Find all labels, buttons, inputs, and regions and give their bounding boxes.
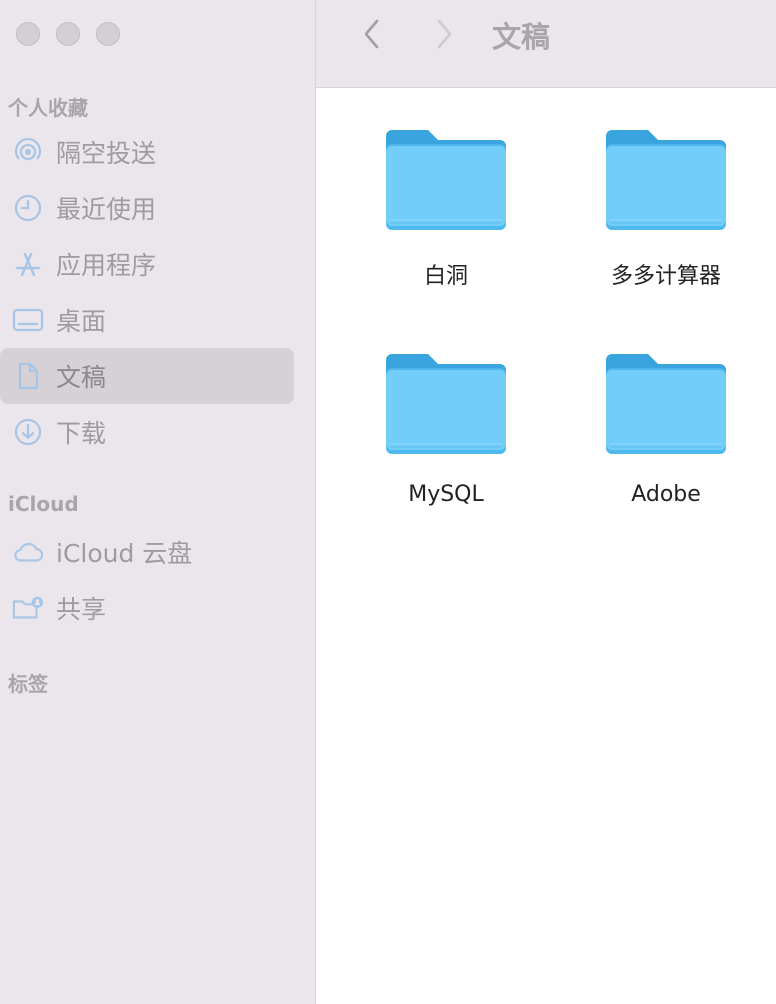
sidebar-item-documents[interactable]: 文稿 bbox=[0, 348, 294, 404]
sidebar-item-applications[interactable]: 应用程序 bbox=[0, 236, 294, 292]
sidebar-item-label: 隔空投送 bbox=[56, 139, 157, 168]
section-title-icloud: iCloud bbox=[8, 492, 79, 516]
shared-folder-icon bbox=[12, 592, 44, 624]
cloud-icon bbox=[12, 536, 44, 568]
minimize-window-button[interactable] bbox=[56, 22, 80, 46]
folder-icon bbox=[606, 130, 726, 230]
clock-icon bbox=[12, 192, 44, 224]
section-title-tags: 标签 bbox=[8, 672, 48, 696]
applications-icon bbox=[12, 248, 44, 280]
folder-item[interactable]: 多多计算器 bbox=[536, 128, 776, 328]
sidebar-item-downloads[interactable]: 下载 bbox=[0, 404, 294, 460]
desktop-icon bbox=[12, 304, 44, 336]
folder-icon bbox=[386, 354, 506, 454]
window-title: 文稿 bbox=[492, 20, 551, 54]
sidebar-item-icloud-drive[interactable]: iCloud 云盘 bbox=[0, 524, 294, 580]
sidebar-item-label: 最近使用 bbox=[56, 195, 157, 224]
sidebar: 个人收藏 隔空投送 最近使用 应用程序 桌面 文稿 下载 iCloud iClo… bbox=[0, 0, 316, 1004]
chevron-right-icon bbox=[437, 19, 452, 49]
sidebar-item-shared[interactable]: 共享 bbox=[0, 580, 294, 636]
sidebar-item-label: 下载 bbox=[56, 419, 107, 448]
folder-item[interactable]: Adobe bbox=[536, 352, 776, 552]
forward-button[interactable] bbox=[426, 16, 462, 52]
file-grid: 白洞 多多计算器 MySQL Adobe bbox=[316, 88, 776, 1004]
section-title-favorites: 个人收藏 bbox=[8, 96, 88, 120]
finder-window: 个人收藏 隔空投送 最近使用 应用程序 桌面 文稿 下载 iCloud iClo… bbox=[0, 0, 776, 1004]
sidebar-item-label: 共享 bbox=[56, 595, 107, 624]
sidebar-item-label: iCloud 云盘 bbox=[56, 539, 193, 568]
folder-name: 多多计算器 bbox=[610, 264, 721, 289]
close-window-button[interactable] bbox=[16, 22, 40, 46]
folder-icon bbox=[386, 130, 506, 230]
folder-name: Adobe bbox=[631, 482, 701, 507]
document-icon bbox=[12, 360, 44, 392]
airdrop-icon bbox=[12, 136, 44, 168]
folder-icon bbox=[606, 354, 726, 454]
sidebar-item-label: 桌面 bbox=[56, 307, 107, 336]
window-controls bbox=[16, 22, 120, 46]
toolbar: 文稿 bbox=[316, 0, 776, 88]
sidebar-item-desktop[interactable]: 桌面 bbox=[0, 292, 294, 348]
back-button[interactable] bbox=[354, 16, 390, 52]
sidebar-item-airdrop[interactable]: 隔空投送 bbox=[0, 124, 294, 180]
sidebar-item-label: 应用程序 bbox=[56, 251, 157, 280]
download-icon bbox=[12, 416, 44, 448]
chevron-left-icon bbox=[364, 19, 379, 49]
sidebar-item-label: 文稿 bbox=[56, 363, 107, 392]
zoom-window-button[interactable] bbox=[96, 22, 120, 46]
sidebar-item-recents[interactable]: 最近使用 bbox=[0, 180, 294, 236]
